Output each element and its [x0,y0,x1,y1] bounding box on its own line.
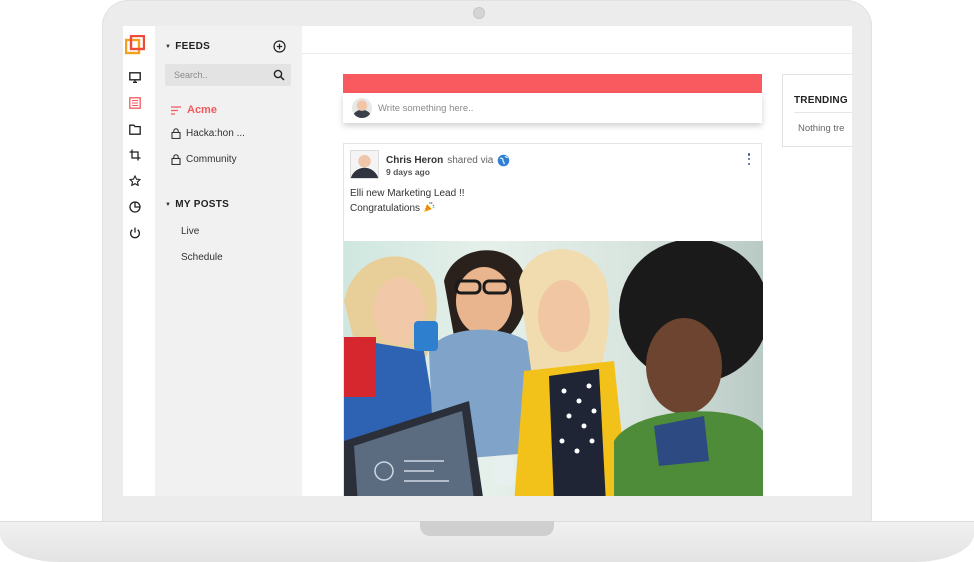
composer-input[interactable] [378,99,738,117]
post-card: Chris Heron shared via 9 days ago Elli n… [343,143,763,496]
power-icon[interactable] [128,226,142,240]
caret-down-icon: ▼ [165,201,172,208]
star-icon[interactable] [128,174,142,188]
sort-lines-icon [171,105,181,115]
feed-item-hackathon[interactable]: Hacka:hon ... [171,128,245,139]
shared-via-text: shared via [447,155,494,166]
app-logo-icon[interactable] [125,35,145,55]
post-header: Chris Heron shared via [386,154,510,167]
search-input[interactable] [165,64,265,86]
trending-title: TRENDING [794,95,848,106]
posts-item-schedule[interactable]: Schedule [181,252,223,263]
globe-icon [498,154,510,167]
feed-item-community[interactable]: Community [171,154,237,165]
divider [794,112,852,113]
lock-icon [171,128,181,139]
pie-chart-icon[interactable] [128,200,142,214]
trending-empty-text: Nothing tre [798,123,845,134]
party-popper-icon [423,201,435,212]
user-avatar [352,98,372,118]
dot-icon [747,157,751,161]
dot-icon [747,162,751,165]
lock-icon [171,154,181,165]
newspaper-icon[interactable] [128,96,142,110]
post-options-button[interactable] [746,153,752,165]
post-text-line-2: Congratulations [350,201,465,216]
my-posts-heading[interactable]: ▼ MY POSTS [165,199,229,210]
post-photo[interactable] [344,241,763,496]
feeds-sidebar: ▼ FEEDS Acme Hacka:hon ... Community ▼ M… [155,26,302,496]
author-avatar[interactable] [350,150,379,179]
author-name[interactable]: Chris Heron [386,155,443,166]
composer-banner [343,74,762,93]
top-bar [302,26,852,54]
post-text-line: Elli new Marketing Lead !! [350,188,465,199]
plus-circle-icon [272,39,286,53]
add-feed-button[interactable] [272,39,286,53]
post-composer [343,93,762,123]
feeds-heading[interactable]: ▼ FEEDS [165,41,210,52]
folder-icon[interactable] [128,122,142,136]
laptop-screen: ▼ FEEDS Acme Hacka:hon ... Community ▼ M… [123,26,852,496]
icon-rail [123,26,155,496]
monitor-icon[interactable] [128,70,142,84]
trending-panel: TRENDING Nothing tre [782,74,852,147]
crop-icon[interactable] [128,148,142,162]
dot-icon [747,153,751,156]
post-body: Elli new Marketing Lead !! Congratulatio… [350,187,465,215]
webcam [473,7,485,19]
laptop-notch [420,521,554,536]
search-box [165,64,291,86]
search-icon[interactable] [273,69,285,81]
caret-down-icon: ▼ [165,43,172,50]
post-timestamp: 9 days ago [386,167,430,177]
feed-item-acme[interactable]: Acme [171,104,217,116]
posts-item-live[interactable]: Live [181,226,199,237]
